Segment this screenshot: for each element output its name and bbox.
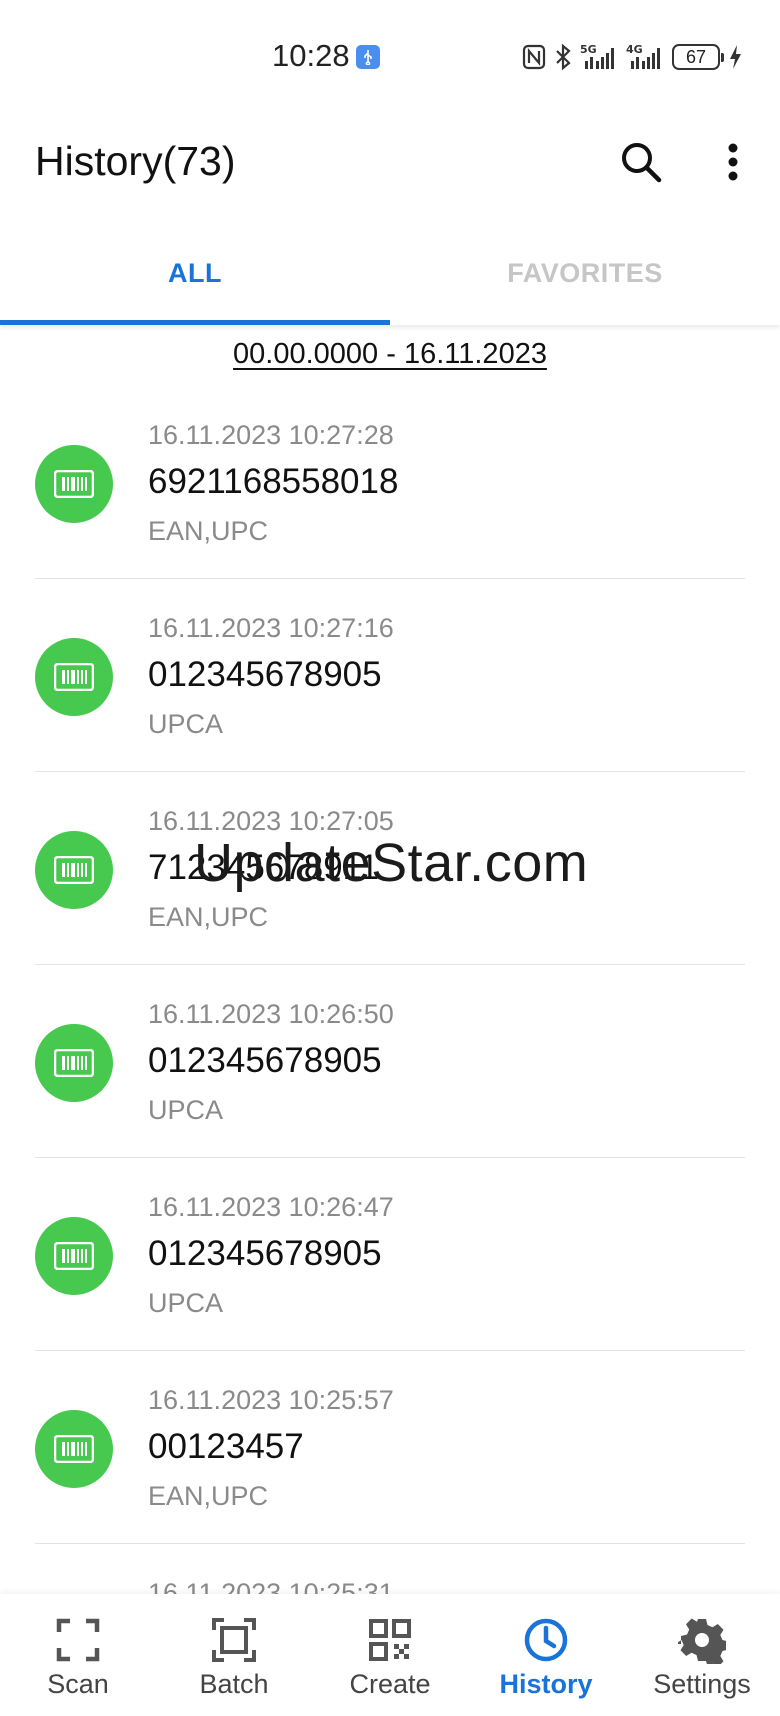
nav-batch[interactable]: Batch [156, 1594, 312, 1716]
date-range-filter: 00.00.0000 - 16.11.2023 [0, 338, 780, 371]
svg-text:4G: 4G [626, 43, 643, 56]
barcode-icon [35, 1217, 113, 1295]
gear-icon [678, 1618, 726, 1664]
page-title: History(73) [35, 138, 236, 184]
svg-text:5G: 5G [580, 43, 597, 56]
tab-all[interactable]: ALL [0, 225, 390, 322]
status-time: 10:28 [272, 38, 350, 73]
item-timestamp: 16.11.2023 10:26:50 [148, 999, 394, 1029]
list-item[interactable]: 16.11.2023 10:26:47 012345678905 UPCA [0, 1158, 780, 1351]
list-item[interactable]: 16.11.2023 10:27:16 012345678905 UPCA [0, 579, 780, 772]
item-type: UPCA [148, 1095, 224, 1125]
more-vert-icon[interactable] [708, 137, 758, 187]
list-item[interactable]: 16.11.2023 10:26:50 012345678905 UPCA [0, 965, 780, 1158]
nfc-icon [522, 44, 546, 70]
5g-signal-icon: 5G [580, 43, 614, 69]
barcode-icon [35, 638, 113, 716]
nav-history-label: History [499, 1669, 593, 1699]
item-value: 00123457 [148, 1427, 304, 1466]
bluetooth-icon [556, 43, 571, 71]
nav-scan-label: Scan [47, 1669, 109, 1699]
item-timestamp: 16.11.2023 10:27:16 [148, 613, 394, 643]
barcode-icon [35, 445, 113, 523]
app-bar: History(73) [0, 110, 780, 215]
item-value: 6921168558018 [148, 462, 399, 501]
barcode-icon [35, 831, 113, 909]
nav-create-label: Create [349, 1669, 431, 1699]
nav-batch-label: Batch [199, 1669, 269, 1699]
status-icons: 5G 4G 67 [522, 42, 742, 72]
nav-scan[interactable]: Scan [0, 1594, 156, 1716]
item-timestamp: 16.11.2023 10:26:47 [148, 1192, 394, 1222]
item-type: EAN,UPC [148, 516, 269, 546]
clock-icon [524, 1618, 568, 1662]
battery-icon: 67 [672, 44, 724, 70]
list-item[interactable]: 16.11.2023 10:27:05 712345678911 EAN,UPC [0, 772, 780, 965]
nav-create[interactable]: Create [312, 1594, 468, 1716]
nav-history[interactable]: History [468, 1594, 624, 1716]
nav-settings[interactable]: Settings [624, 1594, 780, 1716]
tab-bar: ALL FAVORITES [0, 225, 780, 325]
search-icon[interactable] [616, 137, 666, 187]
item-timestamp: 16.11.2023 10:25:57 [148, 1385, 394, 1415]
item-value: 712345678911 [148, 848, 379, 887]
item-value: 012345678905 [148, 655, 382, 694]
item-type: UPCA [148, 1288, 224, 1318]
scan-icon [56, 1618, 100, 1662]
item-value: 012345678905 [148, 1041, 382, 1080]
item-type: EAN,UPC [148, 902, 269, 932]
barcode-icon [35, 1410, 113, 1488]
item-type: EAN,UPC [148, 1481, 269, 1511]
bottom-nav: Scan Batch Create History Settings [0, 1594, 780, 1716]
tab-indicator [0, 320, 390, 325]
list-item[interactable]: 16.11.2023 10:25:57 00123457 EAN,UPC [0, 1351, 780, 1544]
item-type: UPCA [148, 709, 224, 739]
date-range-link[interactable]: 00.00.0000 - 16.11.2023 [233, 338, 547, 370]
nav-settings-label: Settings [653, 1669, 751, 1699]
charging-icon [730, 45, 741, 69]
item-timestamp: 16.11.2023 10:27:28 [148, 420, 394, 450]
item-timestamp: 16.11.2023 10:27:05 [148, 806, 394, 836]
history-list: 16.11.2023 10:27:28 6921168558018 EAN,UP… [0, 386, 780, 1716]
list-item[interactable]: 16.11.2023 10:27:28 6921168558018 EAN,UP… [0, 386, 780, 579]
tab-favorites[interactable]: FAVORITES [390, 225, 780, 322]
usb-icon [356, 45, 380, 69]
qr-code-icon [369, 1619, 411, 1661]
batch-icon [212, 1618, 256, 1662]
item-value: 012345678905 [148, 1234, 382, 1273]
barcode-icon [35, 1024, 113, 1102]
status-bar: 10:28 5G 4G 67 [0, 0, 780, 110]
4g-signal-icon: 4G [626, 43, 660, 69]
